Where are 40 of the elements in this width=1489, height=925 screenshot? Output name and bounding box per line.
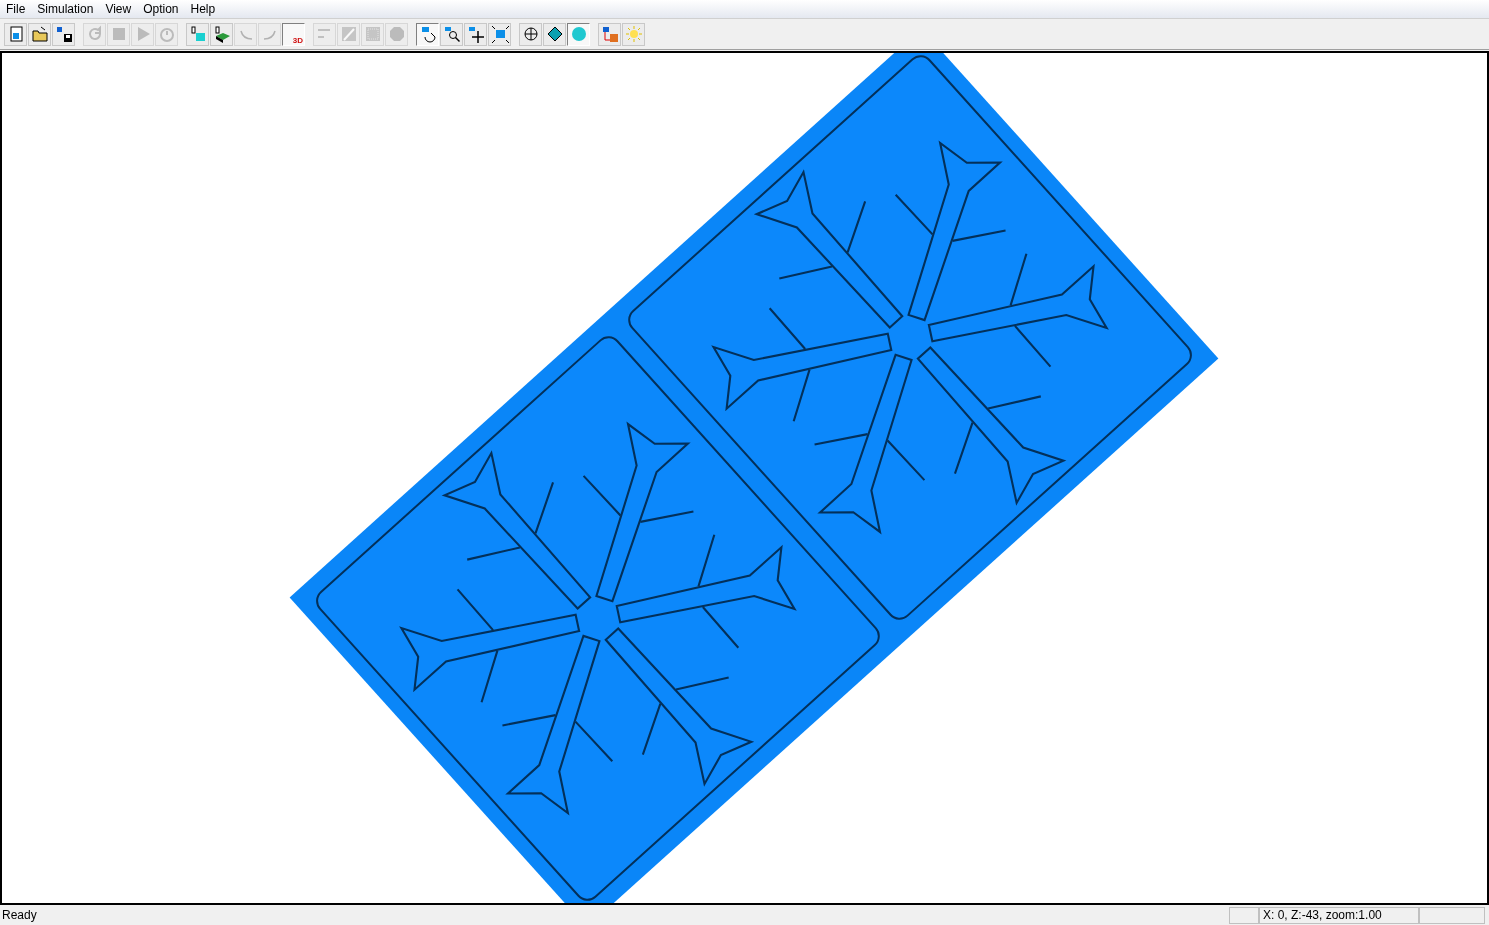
tool-stock-icon [212, 25, 231, 43]
smooth-button[interactable] [567, 22, 590, 46]
menu-item[interactable]: Simulation [31, 0, 100, 18]
pan-icon [466, 25, 485, 43]
status-coordinates: X: 0, Z:-43, zoom:1.00 [1259, 906, 1419, 924]
new-button[interactable] [4, 22, 27, 46]
octagon-icon [387, 25, 406, 43]
shaded-button[interactable] [543, 22, 566, 46]
menu-item[interactable]: Help [184, 0, 222, 18]
light-icon [624, 25, 643, 43]
zoom-button[interactable] [440, 22, 463, 46]
tool-cube-button[interactable] [186, 22, 209, 46]
status-pane [1229, 906, 1259, 924]
open-button[interactable] [28, 22, 51, 46]
3d-label: 3D [292, 36, 303, 45]
pan-button[interactable] [464, 22, 487, 46]
zoom-icon [442, 25, 461, 43]
status-message: Ready [1, 907, 38, 924]
fit-button[interactable] [488, 22, 511, 46]
view3d-button[interactable]: 3D [282, 22, 305, 46]
status-pane [1419, 906, 1485, 924]
tool-stock-button[interactable] [210, 22, 233, 46]
wireframe-button[interactable] [519, 22, 542, 46]
export-icon [54, 25, 73, 43]
rotate-button[interactable] [416, 22, 439, 46]
timer-icon [157, 25, 176, 43]
tool-cube-icon [188, 25, 207, 43]
open-icon [30, 25, 49, 43]
menu-item[interactable]: View [99, 0, 138, 18]
frame-icon [363, 25, 382, 43]
material-button[interactable] [598, 22, 621, 46]
wireframe-icon [521, 25, 540, 43]
fit-icon [490, 25, 509, 43]
menu-item[interactable]: File [0, 0, 32, 18]
smooth-icon [569, 25, 588, 43]
export-button[interactable] [52, 22, 75, 46]
edge-icon [339, 25, 358, 43]
material-icon [600, 25, 619, 43]
menu-item[interactable]: Option [137, 0, 185, 18]
shaded-icon [545, 25, 564, 43]
